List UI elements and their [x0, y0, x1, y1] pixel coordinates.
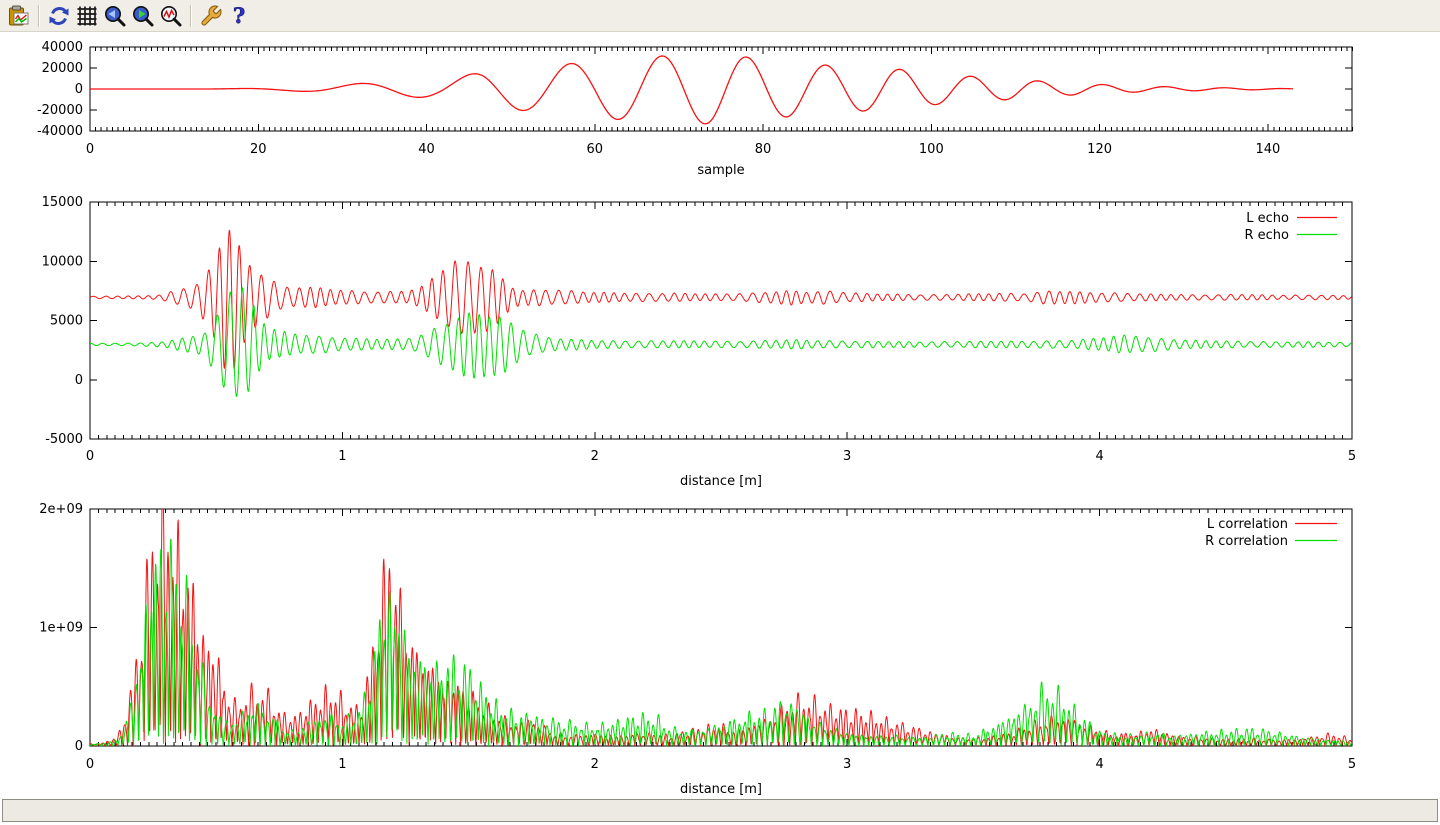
- copy-to-clipboard-button[interactable]: [5, 2, 33, 30]
- svg-text:4: 4: [1095, 757, 1103, 772]
- svg-text:2e+09: 2e+09: [39, 502, 83, 517]
- toolbar-separator: [38, 5, 40, 27]
- svg-text:0: 0: [75, 373, 83, 388]
- zoom-next-button[interactable]: [129, 2, 157, 30]
- svg-text:L correlation: L correlation: [1207, 517, 1288, 532]
- wrench-icon: [199, 4, 223, 28]
- replot-button[interactable]: [45, 2, 73, 30]
- plot-waveform: [90, 47, 1353, 131]
- svg-text:-40000: -40000: [37, 124, 83, 139]
- svg-text:80: 80: [755, 142, 772, 157]
- magnifier-plot-icon: [159, 4, 183, 28]
- clipboard-chart-icon: [7, 4, 31, 28]
- plot-canvas[interactable]: 020406080100120140-40000-200000200004000…: [0, 33, 1440, 795]
- question-mark-icon: ?: [227, 4, 251, 28]
- plot-echo: [90, 202, 1352, 439]
- magnifier-right-arrow-icon: [131, 4, 155, 28]
- series-r-echo: [90, 288, 1352, 397]
- question-mark-glyph: ?: [233, 4, 245, 28]
- svg-text:4: 4: [1095, 449, 1103, 464]
- grid-icon: [75, 4, 99, 28]
- magnifier-left-arrow-icon: [103, 4, 127, 28]
- svg-text:120: 120: [1087, 142, 1112, 157]
- svg-text:3: 3: [843, 449, 851, 464]
- svg-text:60: 60: [587, 142, 604, 157]
- svg-text:1: 1: [338, 757, 346, 772]
- series-l-correlation: [90, 509, 1352, 746]
- toolbar-separator: [190, 5, 192, 27]
- svg-text:R correlation: R correlation: [1205, 534, 1288, 549]
- svg-text:2: 2: [591, 449, 599, 464]
- configure-button[interactable]: [197, 2, 225, 30]
- toolbar: ?: [0, 0, 1440, 32]
- status-bar: [0, 795, 1440, 825]
- help-button[interactable]: ?: [225, 2, 253, 30]
- svg-text:10000: 10000: [42, 254, 83, 269]
- svg-text:0: 0: [86, 757, 94, 772]
- zoom-previous-button[interactable]: [101, 2, 129, 30]
- svg-text:140: 140: [1255, 142, 1280, 157]
- svg-text:0: 0: [75, 82, 83, 97]
- plot-correlation: [90, 509, 1352, 746]
- status-field: [2, 799, 1438, 822]
- svg-text:20: 20: [250, 142, 267, 157]
- svg-text:1: 1: [338, 449, 346, 464]
- svg-text:5: 5: [1348, 757, 1356, 772]
- svg-text:distance [m]: distance [m]: [680, 782, 762, 795]
- svg-text:20000: 20000: [42, 61, 83, 76]
- svg-text:-5000: -5000: [45, 432, 83, 447]
- svg-text:-20000: -20000: [37, 103, 83, 118]
- svg-text:2: 2: [591, 757, 599, 772]
- svg-text:15000: 15000: [42, 195, 83, 210]
- svg-text:100: 100: [919, 142, 944, 157]
- svg-text:40000: 40000: [42, 40, 83, 55]
- svg-text:0: 0: [86, 449, 94, 464]
- series-pulse: [90, 56, 1293, 124]
- plots-svg: 020406080100120140-40000-200000200004000…: [0, 33, 1440, 795]
- svg-text:40: 40: [418, 142, 435, 157]
- svg-text:5000: 5000: [50, 314, 83, 329]
- svg-text:3: 3: [843, 757, 851, 772]
- refresh-icon: [47, 4, 71, 28]
- svg-text:0: 0: [86, 142, 94, 157]
- toggle-grid-button[interactable]: [73, 2, 101, 30]
- svg-text:distance [m]: distance [m]: [680, 474, 762, 489]
- svg-text:sample: sample: [697, 163, 744, 178]
- svg-text:1e+09: 1e+09: [39, 621, 83, 636]
- svg-text:R echo: R echo: [1244, 228, 1289, 243]
- svg-text:0: 0: [75, 739, 83, 754]
- svg-text:5: 5: [1348, 449, 1356, 464]
- svg-text:L echo: L echo: [1246, 211, 1289, 226]
- autoscale-button[interactable]: [157, 2, 185, 30]
